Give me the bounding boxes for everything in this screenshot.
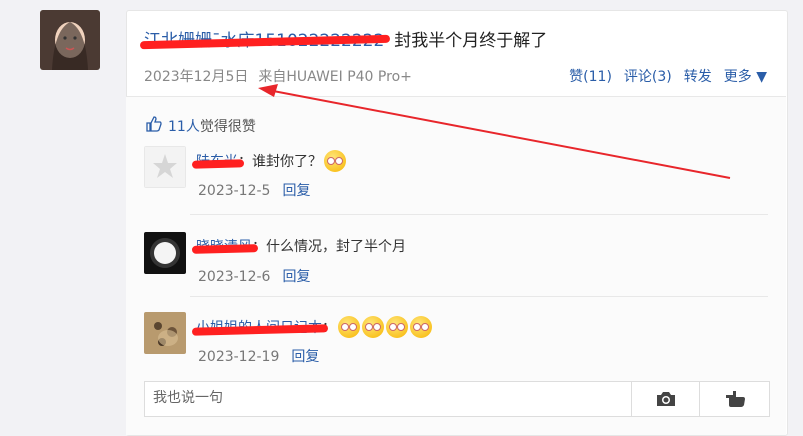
send-icon	[726, 391, 745, 407]
comment-meta: 2023-12-6 回复	[198, 266, 310, 286]
commenter-avatar[interactable]	[144, 146, 186, 188]
comment-button[interactable]: 评论(3)	[624, 66, 672, 86]
send-button[interactable]	[699, 382, 770, 416]
divider	[190, 214, 768, 215]
comment-date: 2023-12-6	[198, 269, 271, 285]
shocked-emoji-icon	[410, 316, 432, 338]
post-header: 江北姗姗¯水床151022222222 封我半个月终于解了	[144, 26, 547, 51]
chevron-down-icon: ▼	[756, 69, 767, 85]
comment-meta: 2023-12-19 回复	[198, 346, 319, 366]
post-text: 封我半个月终于解了	[394, 31, 548, 51]
author-name[interactable]: 江北姗姗¯水床151022222222	[144, 26, 384, 51]
author-avatar[interactable]	[40, 10, 100, 70]
camera-button[interactable]	[631, 382, 700, 416]
commenter-avatar[interactable]	[144, 312, 186, 354]
comment-input[interactable]	[145, 382, 631, 414]
shocked-emoji-icon	[362, 316, 384, 338]
yawn-emoji-icon	[324, 150, 346, 172]
commenter-avatar[interactable]	[144, 232, 186, 274]
comment-body: 小姐姐的人间日记本 ：	[196, 316, 432, 338]
commenter-name[interactable]: 陆东光	[196, 151, 238, 171]
post-date[interactable]: 2023年12月5日	[144, 69, 248, 85]
reply-button[interactable]: 回复	[282, 183, 310, 199]
divider	[190, 296, 768, 297]
more-button[interactable]: 更多 ▼	[724, 66, 767, 86]
comment-body: 陆东光 ：谁封你了？	[196, 150, 346, 172]
shocked-emoji-icon	[338, 316, 360, 338]
like-button[interactable]: 赞(11)	[569, 66, 612, 86]
post-actions: 赞(11) 评论(3) 转发 更多 ▼	[569, 66, 767, 86]
likes-count[interactable]: 11人	[168, 116, 200, 136]
comment-date: 2023-12-19	[198, 349, 280, 365]
shocked-emoji-icon	[386, 316, 408, 338]
commenter-name[interactable]: 小姐姐的人间日记本	[196, 317, 322, 337]
reply-button[interactable]: 回复	[291, 349, 319, 365]
reply-button[interactable]: 回复	[282, 269, 310, 285]
camera-icon	[657, 392, 675, 406]
post-meta: 2023年12月5日 来自HUAWEI P40 Pro+	[144, 66, 412, 86]
thumbs-up-icon	[146, 116, 162, 136]
commenter-name[interactable]: 晓晓清风	[196, 236, 252, 256]
comment-text: ：谁封你了？	[238, 154, 322, 170]
likes-summary: 11人 觉得很赞	[146, 116, 256, 136]
comment-input-row	[144, 381, 770, 417]
comment-body: 晓晓清风 ：什么情况，封了半个月	[196, 236, 406, 256]
comment-date: 2023-12-5	[198, 183, 271, 199]
post-source: 来自HUAWEI P40 Pro+	[258, 69, 412, 85]
more-label: 更多	[723, 69, 752, 85]
likes-text: 觉得很赞	[199, 119, 256, 135]
comment-text: ：什么情况，封了半个月	[252, 239, 406, 255]
repost-button[interactable]: 转发	[684, 66, 712, 86]
comment-meta: 2023-12-5 回复	[198, 180, 310, 200]
